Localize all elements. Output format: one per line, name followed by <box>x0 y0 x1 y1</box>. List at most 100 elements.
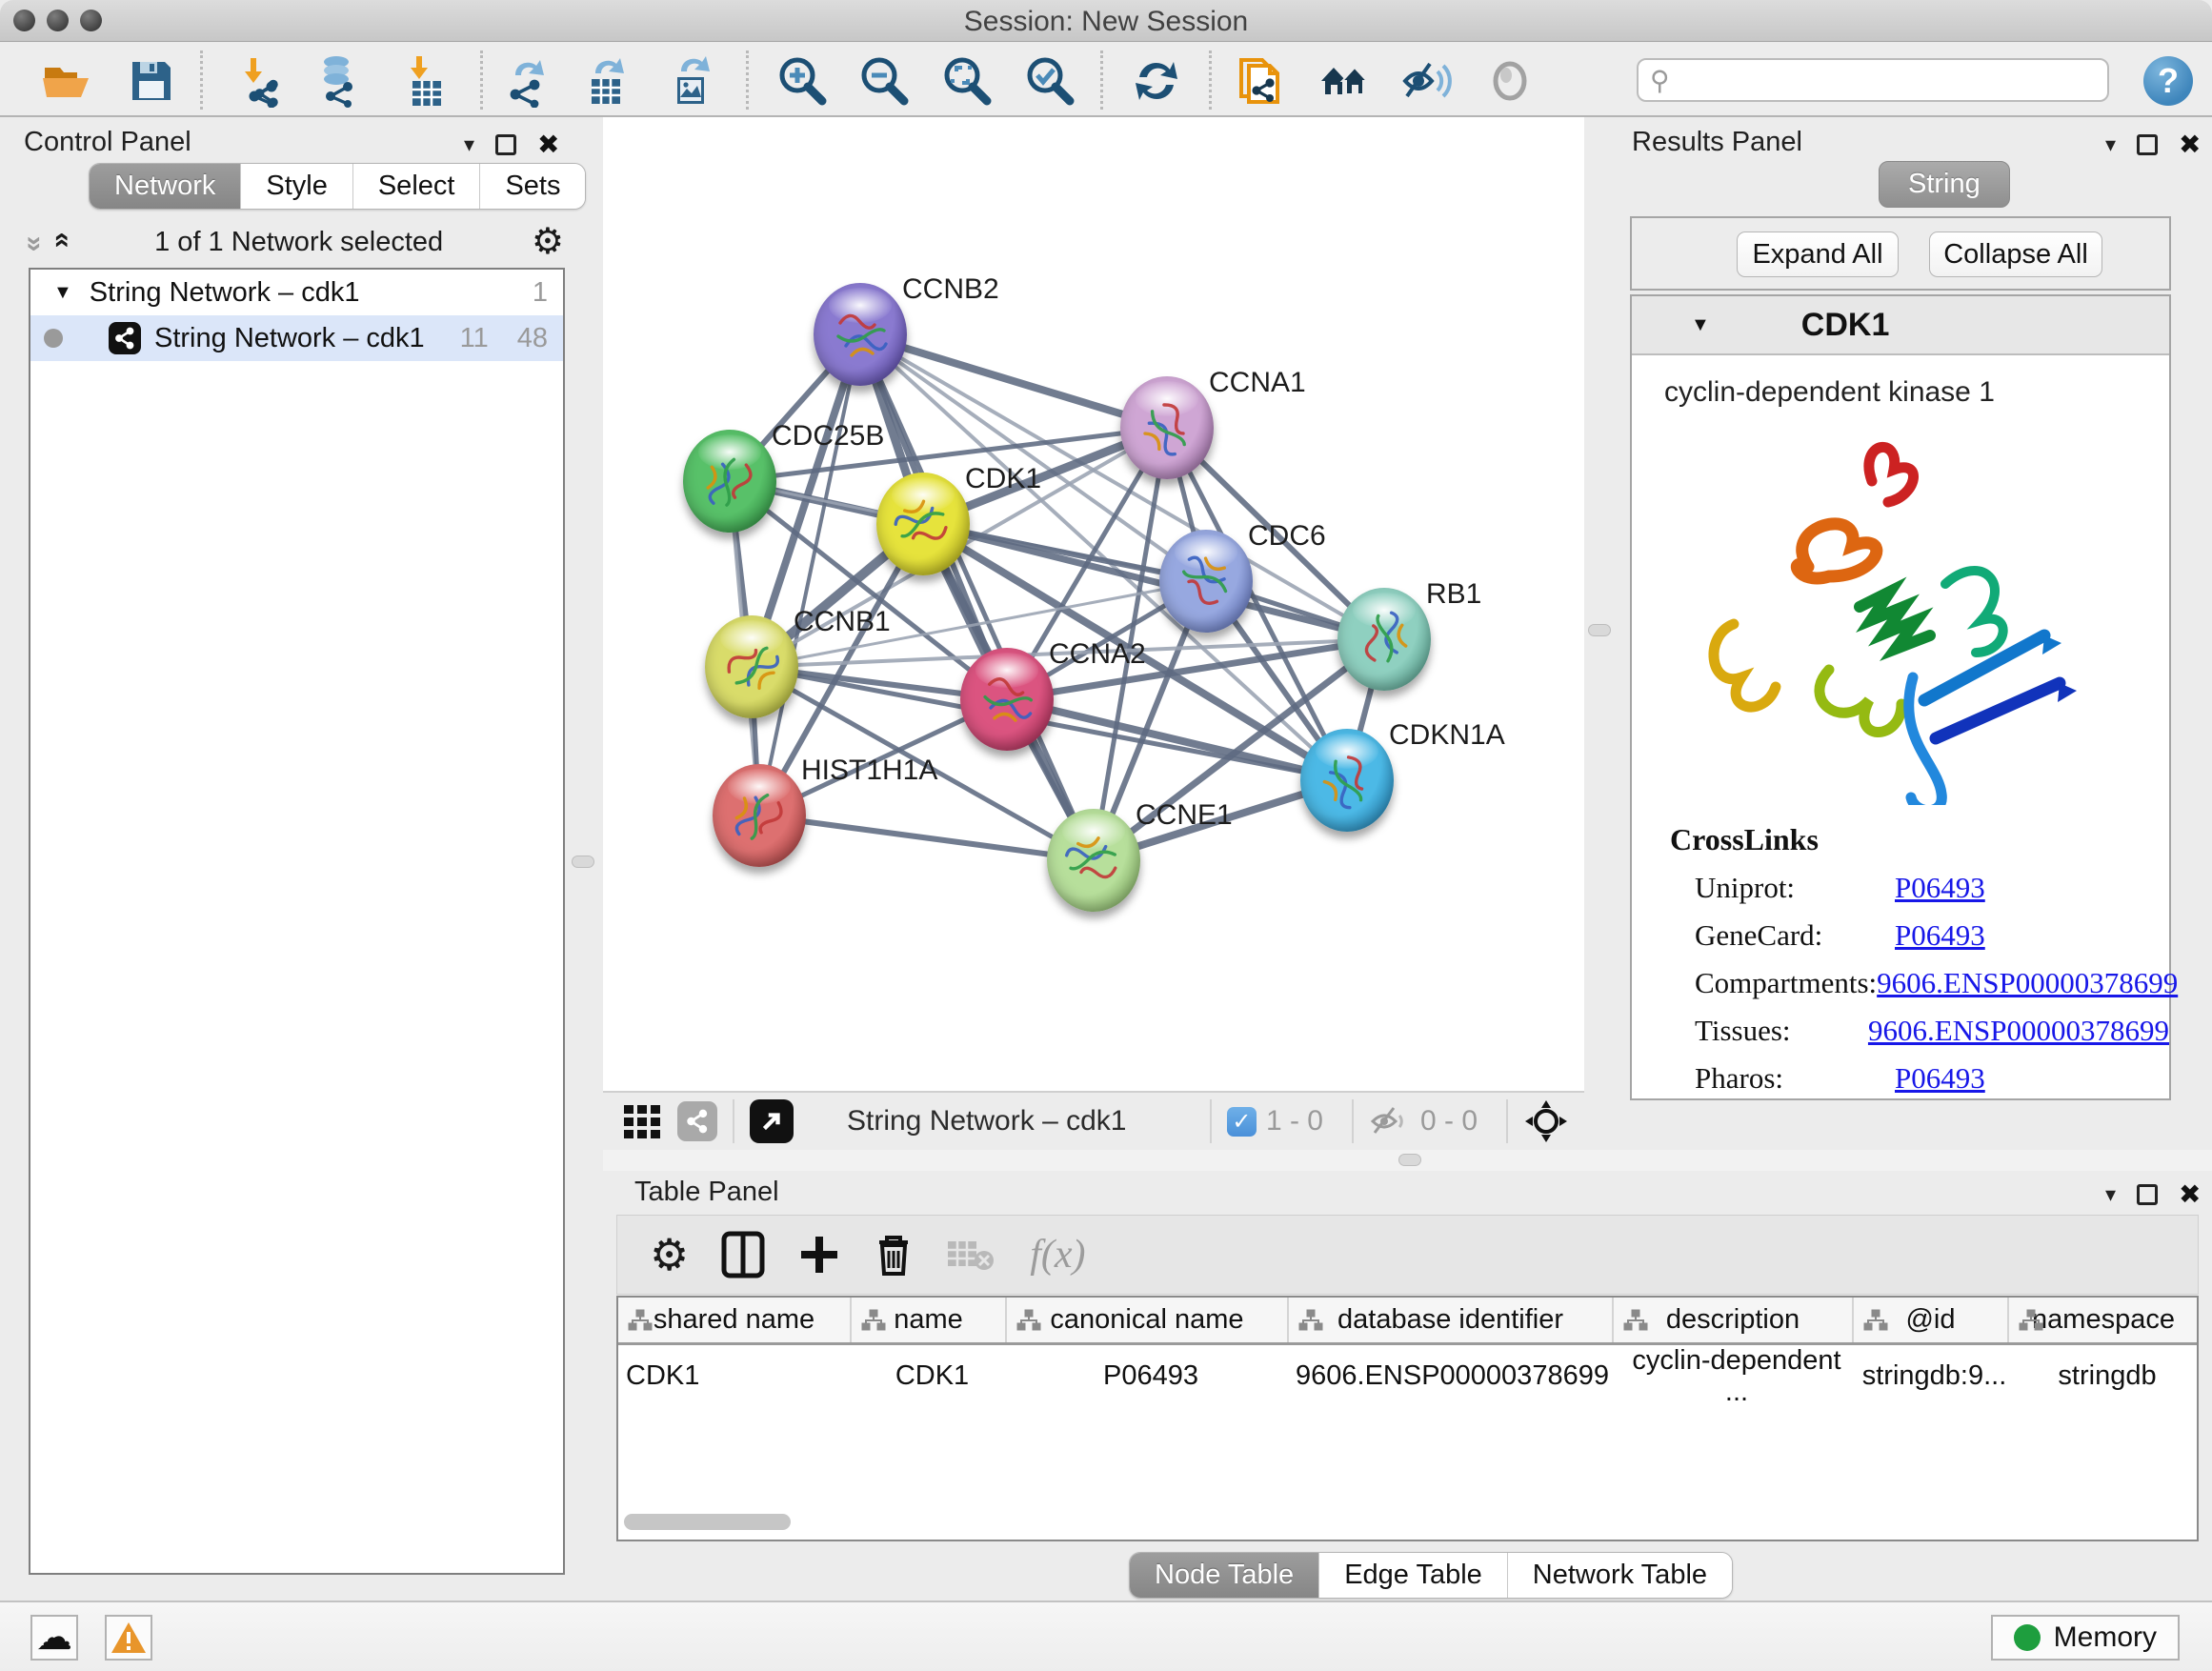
panel-menu-icon[interactable]: ▾ <box>464 132 474 157</box>
network-node-ccne1[interactable] <box>1047 809 1140 912</box>
import-network-button[interactable] <box>232 53 288 109</box>
network-canvas[interactable]: CCNB2 CCNA1 CDC25B CDK1 CDC6 RB1 CCNB1 C… <box>603 117 1584 1091</box>
network-collection-row[interactable]: ▼ String Network – cdk1 1 <box>30 270 563 315</box>
expand-all-icon[interactable]: » <box>44 236 76 249</box>
help-button[interactable]: ? <box>2143 56 2193 106</box>
column-header-canonical-name[interactable]: canonical name <box>1006 1298 1288 1343</box>
string-import-button[interactable] <box>1233 53 1288 109</box>
table-cell[interactable]: CDK1 <box>851 1343 1006 1408</box>
table-row[interactable]: CDK1CDK1P064939606.ENSP00000378699cyclin… <box>618 1343 2199 1408</box>
tab-style[interactable]: Style <box>241 164 352 209</box>
table-cell[interactable]: cyclin-dependent ... <box>1613 1343 1853 1408</box>
export-table-button[interactable] <box>579 53 634 109</box>
network-node-ccna1[interactable] <box>1120 376 1214 479</box>
delete-column-icon[interactable] <box>874 1231 914 1278</box>
network-node-ccnb1[interactable] <box>705 615 798 718</box>
edge-count: 48 <box>517 323 548 354</box>
column-header-description[interactable]: description <box>1613 1298 1853 1343</box>
left-splitter-handle[interactable] <box>572 856 594 868</box>
node-label-hist1h1a: HIST1H1A <box>801 755 937 787</box>
crosslink-link[interactable]: 9606.ENSP00000378699 <box>1877 966 2178 1000</box>
tab-sets[interactable]: Sets <box>480 164 585 209</box>
memory-button[interactable]: Memory <box>1991 1615 2180 1661</box>
tab-network-table[interactable]: Network Table <box>1508 1553 1732 1598</box>
network-node-cdk1[interactable] <box>876 473 970 575</box>
panel-close-icon[interactable]: ✖ <box>2179 129 2201 160</box>
network-row[interactable]: String Network – cdk1 11 48 <box>30 315 563 361</box>
network-node-rb1[interactable] <box>1337 588 1431 691</box>
column-header-namespace[interactable]: namespace <box>2008 1298 2199 1343</box>
tab-select[interactable]: Select <box>353 164 481 209</box>
show-glass-button[interactable] <box>1482 53 1538 109</box>
hide-glass-button[interactable] <box>1398 53 1454 109</box>
crosslink-link[interactable]: P06493 <box>1895 1061 1985 1096</box>
panel-menu-icon[interactable]: ▾ <box>2105 132 2116 157</box>
network-node-cdc6[interactable] <box>1159 530 1253 633</box>
show-columns-icon[interactable] <box>721 1231 765 1278</box>
panel-close-icon[interactable]: ✖ <box>537 129 559 160</box>
table-options-gear-icon[interactable]: ⚙ <box>650 1233 689 1277</box>
table-cell[interactable]: CDK1 <box>618 1343 851 1408</box>
view-toolbar-separator <box>1352 1099 1354 1143</box>
table-horizontal-scrollbar[interactable] <box>624 1514 791 1530</box>
column-header-name[interactable]: name <box>851 1298 1006 1343</box>
export-network-button[interactable] <box>497 53 553 109</box>
collapse-all-button[interactable]: Collapse All <box>1929 232 2102 277</box>
zoom-out-button[interactable] <box>855 53 911 109</box>
network-node-cdkn1a[interactable] <box>1300 729 1394 832</box>
crosslink-link[interactable]: P06493 <box>1895 918 1985 953</box>
network-node-hist1h1a[interactable] <box>713 764 806 867</box>
gene-section-header[interactable]: ▼ CDK1 <box>1632 296 2169 355</box>
collapse-triangle-icon[interactable]: ▼ <box>53 282 72 304</box>
tab-string[interactable]: String <box>1879 161 2010 208</box>
view-toolbar-separator <box>1506 1099 1508 1143</box>
horizontal-splitter-handle[interactable] <box>1398 1154 1421 1166</box>
table-cell[interactable]: stringdb:9... <box>1853 1343 2008 1408</box>
tab-edge-table[interactable]: Edge Table <box>1319 1553 1508 1598</box>
panel-float-icon[interactable] <box>2137 134 2158 155</box>
column-header-database-identifier[interactable]: database identifier <box>1288 1298 1613 1343</box>
save-session-button[interactable] <box>124 53 179 109</box>
create-column-icon[interactable] <box>797 1233 841 1277</box>
tab-network[interactable]: Network <box>90 164 241 209</box>
selected-checkbox-icon[interactable]: ✓ <box>1227 1107 1257 1137</box>
right-splitter-handle[interactable] <box>1588 624 1611 636</box>
cloud-button[interactable]: ☁ <box>30 1615 78 1661</box>
import-network-from-database-button[interactable] <box>311 53 366 109</box>
network-node-cdc25b[interactable] <box>683 430 776 533</box>
network-options-gear-icon[interactable]: ⚙ <box>532 224 564 260</box>
horizontal-splitter[interactable] <box>603 1150 2212 1171</box>
panel-float-icon[interactable] <box>495 134 516 155</box>
panel-float-icon[interactable] <box>2137 1184 2158 1205</box>
crosslink-link[interactable]: P06493 <box>1895 871 1985 905</box>
grid-view-icon[interactable] <box>624 1105 660 1138</box>
network-node-ccna2[interactable] <box>960 648 1054 751</box>
open-session-button[interactable] <box>38 53 93 109</box>
table-cell[interactable]: P06493 <box>1006 1343 1288 1408</box>
table-cell[interactable]: stringdb <box>2008 1343 2199 1408</box>
network-view-share-icon[interactable] <box>677 1101 717 1141</box>
zoom-selected-button[interactable] <box>1021 53 1076 109</box>
refresh-button[interactable] <box>1129 53 1184 109</box>
panel-close-icon[interactable]: ✖ <box>2179 1178 2201 1210</box>
birds-eye-view-icon[interactable] <box>1523 1098 1569 1144</box>
search-input[interactable] <box>1678 65 2087 95</box>
warning-button[interactable] <box>105 1615 152 1661</box>
export-image-button[interactable] <box>663 53 718 109</box>
zoom-in-button[interactable] <box>774 53 829 109</box>
import-table-button[interactable] <box>398 53 453 109</box>
table-cell[interactable]: 9606.ENSP00000378699 <box>1288 1343 1613 1408</box>
expand-all-button[interactable]: Expand All <box>1737 232 1899 277</box>
status-bar: ☁ Memory <box>0 1601 2212 1671</box>
panel-menu-icon[interactable]: ▾ <box>2105 1182 2116 1207</box>
zoom-fit-button[interactable] <box>938 53 994 109</box>
home-networks-button[interactable] <box>1317 53 1372 109</box>
column-header-shared-name[interactable]: shared name <box>618 1298 851 1343</box>
column-header--id[interactable]: @id <box>1853 1298 2008 1343</box>
detach-view-button[interactable] <box>750 1099 794 1143</box>
network-node-ccnb2[interactable] <box>814 283 907 386</box>
collapse-triangle-icon[interactable]: ▼ <box>1691 314 1710 336</box>
tab-node-table[interactable]: Node Table <box>1130 1553 1319 1598</box>
crosslink-link[interactable]: 9606.ENSP00000378699 <box>1868 1014 2169 1048</box>
search-box[interactable]: ⚲ <box>1637 58 2109 102</box>
